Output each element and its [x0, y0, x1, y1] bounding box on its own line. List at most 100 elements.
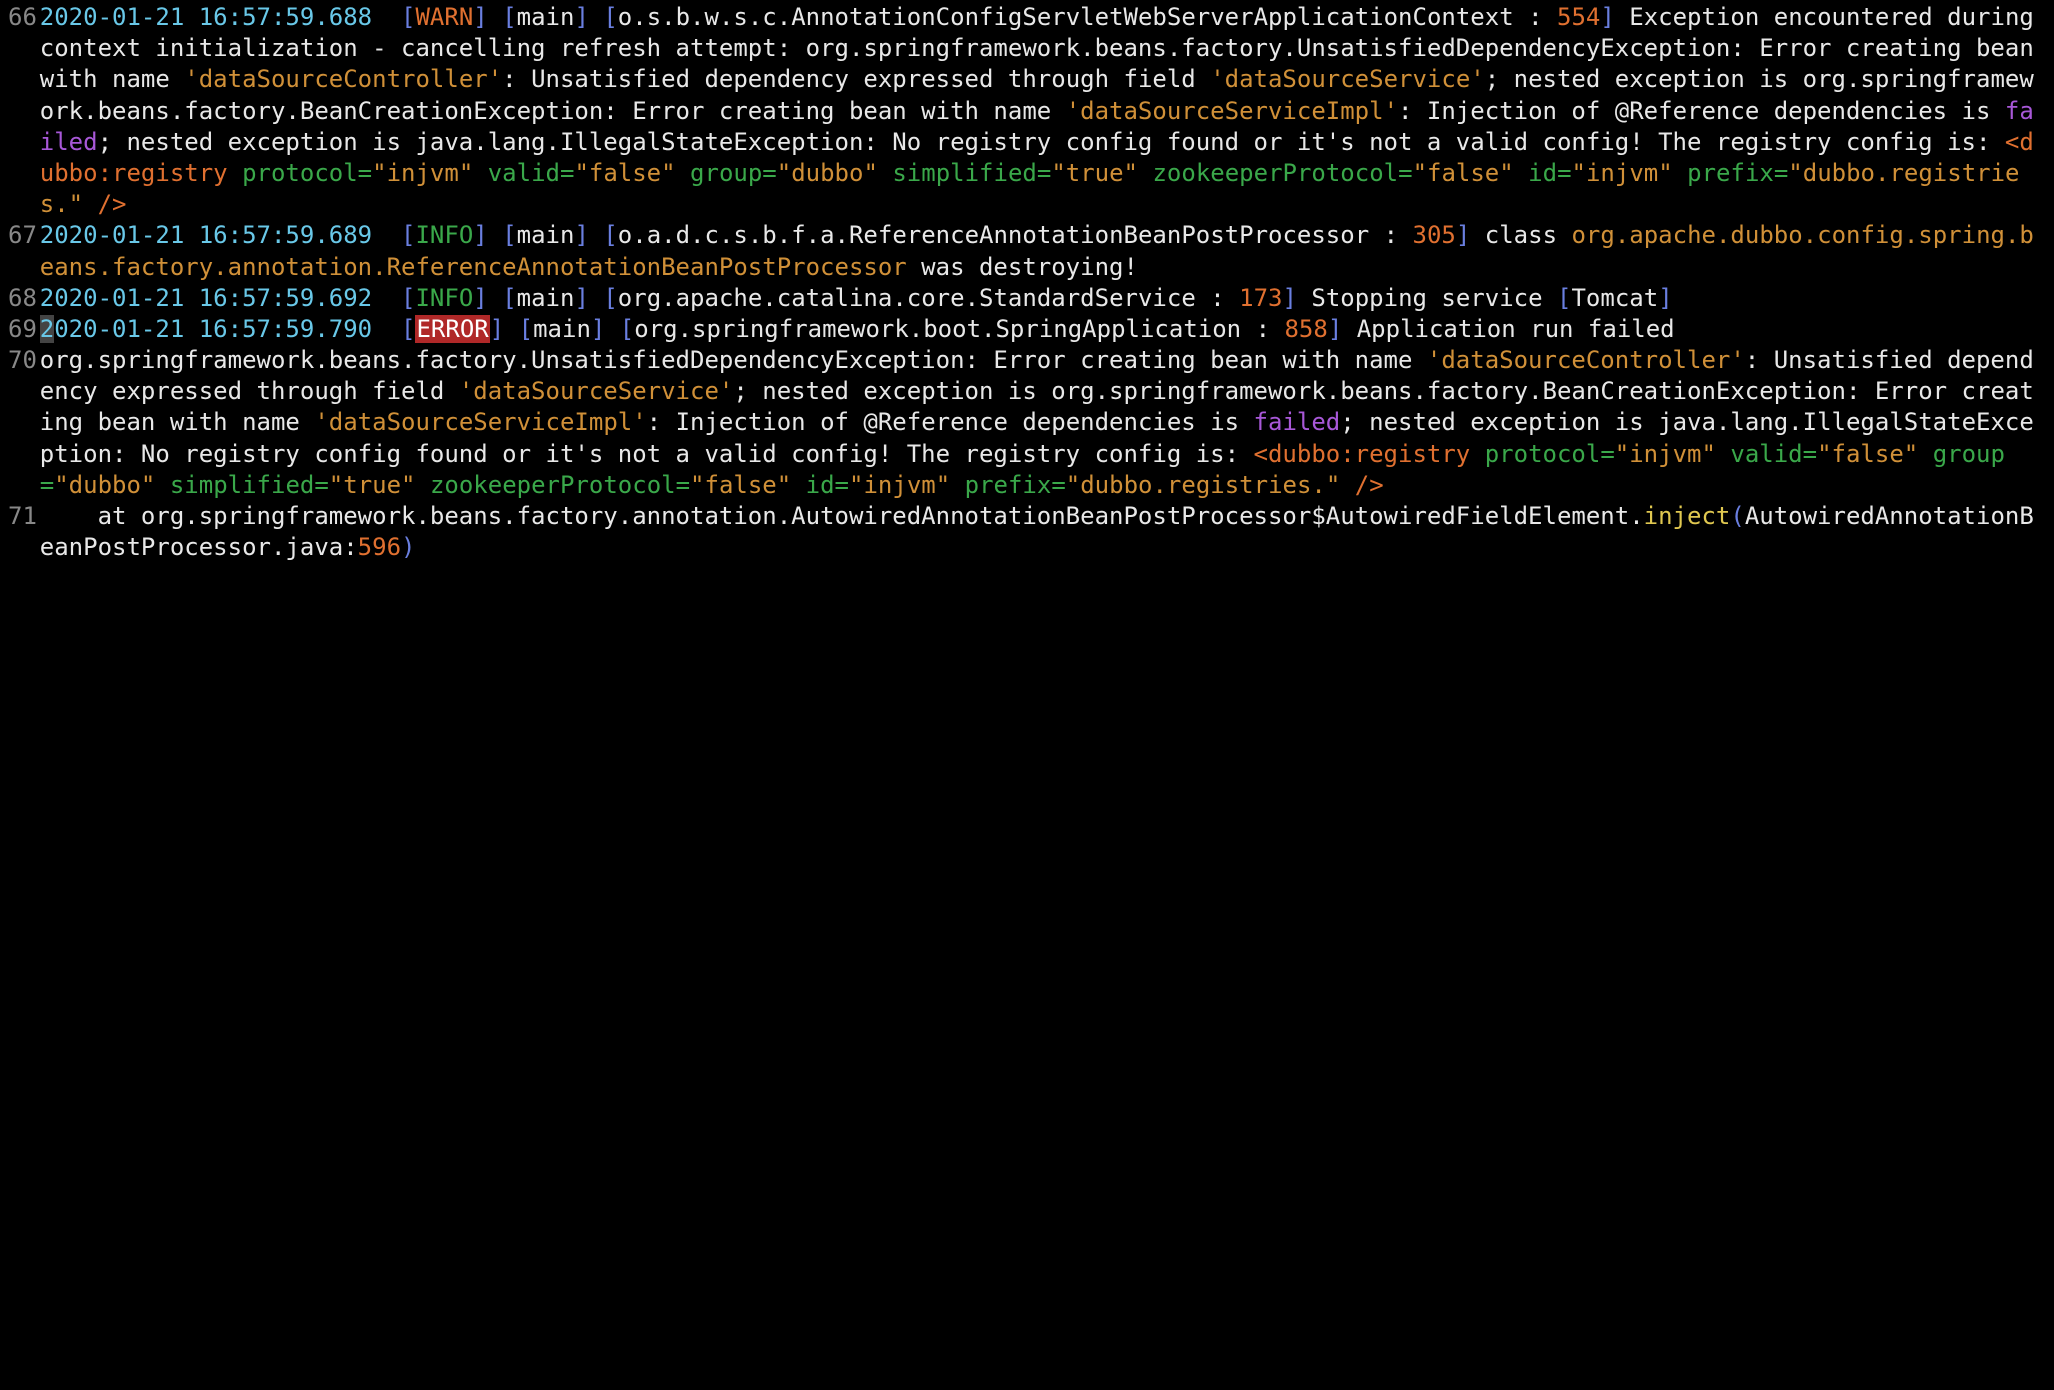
log-token	[605, 315, 619, 343]
log-token	[372, 221, 401, 249]
log-token: org.springframework.beans.factory.Unsati…	[40, 346, 1427, 374]
log-token: id=	[806, 471, 849, 499]
log-token	[504, 315, 518, 343]
log-token: 305	[1413, 221, 1456, 249]
log-token: "false"	[1413, 159, 1514, 187]
log-token: ]	[574, 3, 588, 31]
log-token: "injvm"	[849, 471, 950, 499]
log-content[interactable]: 2020-01-21 16:57:59.689 [INFO] [main] [o…	[40, 220, 2046, 282]
log-line[interactable]: 682020-01-21 16:57:59.692 [INFO] [main] …	[8, 283, 2046, 314]
log-token: [	[401, 315, 415, 343]
line-number: 69	[8, 314, 40, 345]
log-token: ]	[473, 3, 487, 31]
line-number: 70	[8, 345, 40, 376]
log-line[interactable]: 672020-01-21 16:57:59.689 [INFO] [main] …	[8, 220, 2046, 282]
log-token	[488, 284, 502, 312]
log-content[interactable]: 2020-01-21 16:57:59.688 [WARN] [main] [o…	[40, 2, 2046, 220]
log-token: group=	[690, 159, 777, 187]
log-token: valid=	[488, 159, 575, 187]
log-token: main	[517, 284, 575, 312]
line-number: 67	[8, 220, 40, 251]
log-token: zookeeperProtocol=	[430, 471, 690, 499]
log-token: "injvm"	[1572, 159, 1673, 187]
log-token: Application run failed	[1342, 315, 1674, 343]
log-token: ]	[1328, 315, 1342, 343]
log-token: "true"	[1051, 159, 1138, 187]
log-token: ]	[574, 221, 588, 249]
log-token: prefix=	[1687, 159, 1788, 187]
log-token: ]	[1456, 221, 1470, 249]
log-token: <dubbo:registry	[1254, 440, 1471, 468]
log-token	[228, 159, 242, 187]
log-viewer[interactable]: 662020-01-21 16:57:59.688 [WARN] [main] …	[8, 2, 2046, 563]
log-token: protocol=	[242, 159, 372, 187]
log-token: class	[1470, 221, 1571, 249]
log-token: inject	[1644, 502, 1731, 530]
log-token: 2020-01-21 16:57:59.688	[40, 3, 372, 31]
log-token: org.springframework.boot.SpringApplicati…	[634, 315, 1284, 343]
log-token: WARN	[415, 3, 473, 31]
log-token	[1470, 440, 1484, 468]
log-token: 'dataSourceServiceImpl'	[314, 408, 646, 436]
log-token: at org.springframework.beans.factory.ann…	[40, 502, 1644, 530]
log-token	[950, 471, 964, 499]
log-token: INFO	[415, 284, 473, 312]
log-token: [	[620, 315, 634, 343]
log-token: 554	[1557, 3, 1600, 31]
log-token	[488, 221, 502, 249]
log-token	[372, 3, 401, 31]
log-token: 2020-01-21 16:57:59.689	[40, 221, 372, 249]
log-line[interactable]: 71 at org.springframework.beans.factory.…	[8, 501, 2046, 563]
log-token	[1138, 159, 1152, 187]
log-token	[1514, 159, 1528, 187]
log-token: id=	[1528, 159, 1571, 187]
log-token	[1340, 471, 1354, 499]
log-line[interactable]: 70org.springframework.beans.factory.Unsa…	[8, 345, 2046, 501]
log-token: ]	[1282, 284, 1296, 312]
log-line[interactable]: 692020-01-21 16:57:59.790 [ERROR] [main]…	[8, 314, 2046, 345]
log-token: ]	[490, 315, 504, 343]
log-token: ]	[1658, 284, 1672, 312]
log-token: : Injection of @Reference dependencies i…	[1398, 97, 2005, 125]
log-token: 2020-01-21 16:57:59.692	[40, 284, 372, 312]
log-content[interactable]: at org.springframework.beans.factory.ann…	[40, 501, 2046, 563]
log-token: 2	[40, 315, 54, 343]
log-token	[372, 284, 401, 312]
log-token	[1716, 440, 1730, 468]
log-token: ]	[473, 221, 487, 249]
log-content[interactable]: 2020-01-21 16:57:59.790 [ERROR] [main] […	[40, 314, 2046, 345]
log-token: ; nested exception is java.lang.IllegalS…	[98, 128, 2005, 156]
log-token: : Injection of @Reference dependencies i…	[647, 408, 1254, 436]
log-token	[83, 190, 97, 218]
log-content[interactable]: 2020-01-21 16:57:59.692 [INFO] [main] [o…	[40, 283, 2046, 314]
log-token: [	[519, 315, 533, 343]
log-token: 'dataSourceService'	[1210, 65, 1485, 93]
log-token: [	[502, 221, 516, 249]
log-token: main	[533, 315, 591, 343]
log-token: [	[401, 221, 415, 249]
log-token: main	[517, 3, 575, 31]
log-token: 'dataSourceController'	[1427, 346, 1745, 374]
log-token: "false"	[690, 471, 791, 499]
log-token: o.a.d.c.s.b.f.a.ReferenceAnnotationBeanP…	[618, 221, 1413, 249]
log-token	[416, 471, 430, 499]
line-number: 68	[8, 283, 40, 314]
log-token: 020-01-21 16:57:59.790	[54, 315, 372, 343]
line-number: 66	[8, 2, 40, 33]
log-token: Stopping service	[1297, 284, 1557, 312]
log-token: )	[401, 533, 415, 561]
log-token	[589, 284, 603, 312]
log-token	[676, 159, 690, 187]
log-token	[589, 221, 603, 249]
log-token: [	[1557, 284, 1571, 312]
line-number: 71	[8, 501, 40, 532]
log-token: valid=	[1730, 440, 1817, 468]
log-token: ERROR	[415, 315, 489, 343]
log-token: simplified=	[170, 471, 329, 499]
log-token	[488, 3, 502, 31]
log-token: zookeeperProtocol=	[1152, 159, 1412, 187]
log-token: o.s.b.w.s.c.AnnotationConfigServletWebSe…	[618, 3, 1557, 31]
log-line[interactable]: 662020-01-21 16:57:59.688 [WARN] [main] …	[8, 2, 2046, 220]
log-content[interactable]: org.springframework.beans.factory.Unsati…	[40, 345, 2046, 501]
log-token: : Unsatisfied dependency expressed throu…	[502, 65, 1210, 93]
